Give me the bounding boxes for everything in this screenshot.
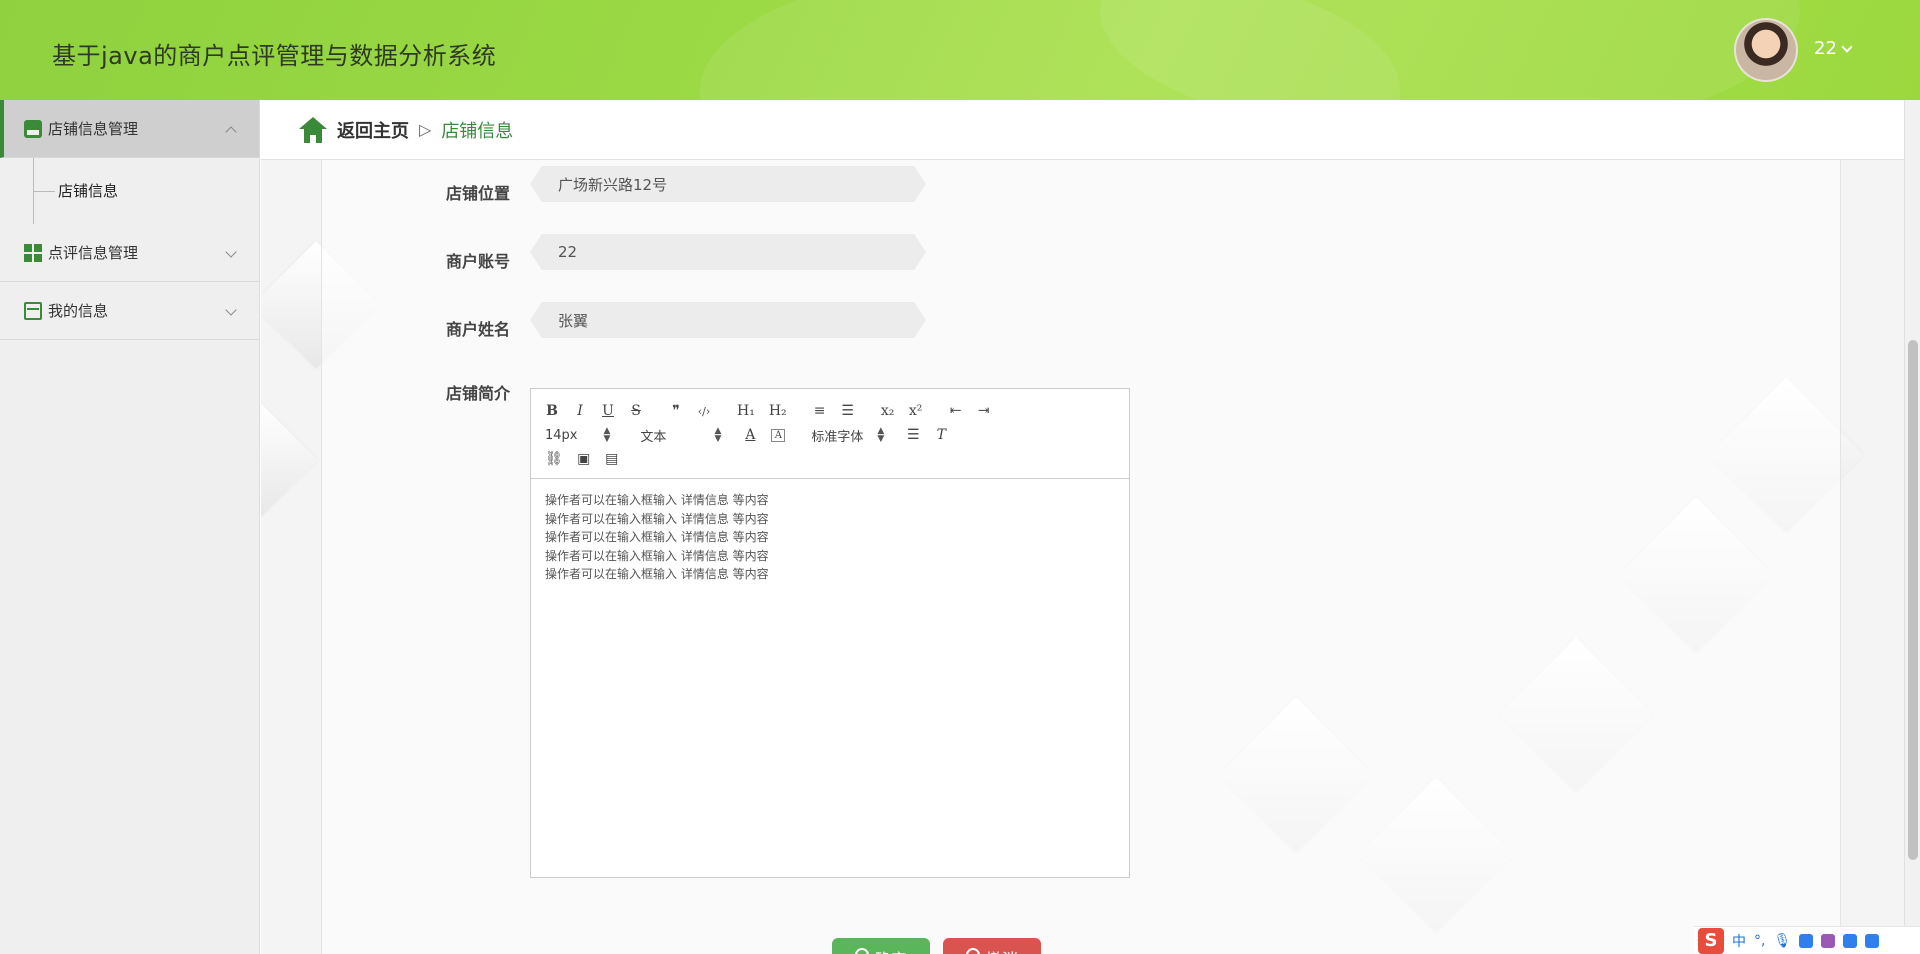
microphone-icon[interactable]: 🎙 <box>1773 933 1791 949</box>
sidebar-item-store-info-management[interactable]: 店铺信息管理 <box>0 100 259 158</box>
location-field[interactable] <box>530 166 926 202</box>
tree-line <box>33 191 55 192</box>
heading2-button[interactable]: H₂ <box>769 403 787 419</box>
font-family-value: 标准字体 <box>811 429 864 445</box>
page-scrollbar[interactable] <box>1904 100 1920 954</box>
sidebar: 店铺信息管理 店铺信息 点评信息管理 我的信息 <box>0 100 260 954</box>
keyboard-icon[interactable] <box>1799 933 1814 948</box>
code-block-button[interactable]: ‹/› <box>697 405 711 418</box>
chevron-down-icon <box>1841 40 1853 53</box>
font-size-select[interactable]: 14px ▲ ▼ <box>545 426 611 444</box>
skin-icon[interactable] <box>1821 933 1836 948</box>
superscript-button[interactable]: x² <box>909 403 923 419</box>
confirm-button[interactable]: 确定 <box>832 938 930 954</box>
bullet-list-button[interactable]: ☰ <box>841 403 855 419</box>
account-label: 商户账号 <box>446 252 511 271</box>
updown-icon: ▲ ▼ <box>603 426 611 444</box>
name-field[interactable] <box>530 302 926 338</box>
font-family-select[interactable]: 标准字体 ▲ ▼ <box>811 426 884 445</box>
subscript-button[interactable]: x₂ <box>881 403 895 419</box>
app-title: 基于java的商户点评管理与数据分析系统 <box>52 42 497 70</box>
font-color-icon[interactable]: A <box>743 427 757 443</box>
form-row-intro: 店铺简介 B I U S ❞ ‹/› H₁ H₂ ≡ ☰ x₂ x² ⇤ ⇥ 1… <box>446 370 1130 878</box>
blockquote-button[interactable]: ❞ <box>669 403 683 419</box>
editor-content[interactable]: 操作者可以在输入框输入 详情信息 等内容 操作者可以在输入框输入 详情信息 等内… <box>531 479 1129 596</box>
close-circle-icon <box>965 948 980 954</box>
location-label: 店铺位置 <box>446 184 511 203</box>
editor-line: 操作者可以在输入框输入 详情信息 等内容 <box>545 548 769 563</box>
chevron-up-icon <box>225 126 237 138</box>
user-menu[interactable]: 22 <box>1814 38 1853 59</box>
form-row-location: 店铺位置 <box>446 166 926 204</box>
home-icon[interactable] <box>299 116 327 143</box>
sidebar-submenu: 店铺信息 <box>0 158 259 224</box>
video-icon[interactable]: ▤ <box>605 451 619 467</box>
scrollbar-thumb[interactable] <box>1908 340 1918 860</box>
image-icon[interactable]: ▣ <box>577 451 591 467</box>
intro-label: 店铺简介 <box>446 384 511 403</box>
user-name: 22 <box>1814 38 1837 59</box>
background-tile <box>261 403 318 517</box>
ordered-list-button[interactable]: ≡ <box>813 403 827 419</box>
confirm-label: 确定 <box>875 946 907 954</box>
cancel-label: 撤消 <box>986 946 1018 954</box>
grid-icon[interactable] <box>1865 933 1880 948</box>
editor-line: 操作者可以在输入框输入 详情信息 等内容 <box>545 530 769 544</box>
underline-button[interactable]: U <box>601 403 615 419</box>
user-avatar[interactable] <box>1734 18 1798 82</box>
ime-mode[interactable]: 中 <box>1732 931 1746 951</box>
form-row-account: 商户账号 <box>446 234 926 272</box>
editor-toolbar: B I U S ❞ ‹/› H₁ H₂ ≡ ☰ x₂ x² ⇤ ⇥ 14px ▲… <box>531 389 1129 479</box>
block-format-value: 文本 <box>640 429 667 445</box>
italic-button[interactable]: I <box>573 403 587 419</box>
breadcrumb-separator: ▷ <box>419 120 432 139</box>
editor-line: 操作者可以在输入框输入 详情信息 等内容 <box>545 493 769 507</box>
sidebar-item-review-management[interactable]: 点评信息管理 <box>0 224 259 282</box>
breadcrumb-home-link[interactable]: 返回主页 <box>337 117 409 143</box>
chevron-down-icon <box>225 246 237 258</box>
top-header: 基于java的商户点评管理与数据分析系统 22 <box>0 0 1920 100</box>
punctuation-icon[interactable]: °, <box>1754 933 1765 949</box>
toolbox-icon[interactable] <box>1843 933 1858 948</box>
cancel-button[interactable]: 撤消 <box>943 938 1041 954</box>
heading1-button[interactable]: H₁ <box>737 403 755 419</box>
form-row-name: 商户姓名 <box>446 302 926 340</box>
link-icon[interactable]: ⛓ <box>545 451 563 467</box>
sidebar-item-label: 我的信息 <box>48 302 109 320</box>
sidebar-item-my-info[interactable]: 我的信息 <box>0 282 259 340</box>
background-color-icon[interactable]: A <box>771 428 786 442</box>
sidebar-item-label: 店铺信息管理 <box>48 120 139 138</box>
block-format-select[interactable]: 文本 ▲ ▼ <box>640 426 721 445</box>
font-size-value: 14px <box>545 427 578 443</box>
card-icon <box>24 301 42 320</box>
sidebar-subitem-store-info[interactable]: 店铺信息 <box>58 180 118 201</box>
breadcrumb: 返回主页 ▷ 店铺信息 <box>261 100 1904 160</box>
sidebar-item-label: 点评信息管理 <box>48 244 139 262</box>
clear-format-icon[interactable]: T <box>934 427 948 443</box>
store-icon <box>24 119 42 138</box>
name-label: 商户姓名 <box>446 320 511 339</box>
editor-line: 操作者可以在输入框输入 详情信息 等内容 <box>545 511 769 526</box>
align-icon[interactable]: ☰ <box>906 427 920 443</box>
outdent-button[interactable]: ⇤ <box>949 403 963 419</box>
updown-icon: ▲ ▼ <box>714 426 722 444</box>
indent-button[interactable]: ⇥ <box>977 403 991 419</box>
grid-icon <box>24 243 42 262</box>
chevron-down-icon <box>225 304 237 316</box>
header-decoration <box>1100 0 1800 100</box>
updown-icon: ▲ ▼ <box>877 426 885 444</box>
ime-logo[interactable]: S <box>1698 927 1724 954</box>
account-field[interactable] <box>530 234 926 270</box>
strike-button[interactable]: S <box>629 403 643 419</box>
rich-text-editor: B I U S ❞ ‹/› H₁ H₂ ≡ ☰ x₂ x² ⇤ ⇥ 14px ▲… <box>530 388 1130 878</box>
breadcrumb-current: 店铺信息 <box>441 120 514 142</box>
check-circle-icon <box>854 948 869 954</box>
editor-line: 操作者可以在输入框输入 详情信息 等内容 <box>545 567 769 581</box>
main-content: 返回主页 ▷ 店铺信息 店铺位置 商户账号 商户姓名 店铺简介 B I U S … <box>261 100 1904 954</box>
ime-toolbar: S 中 °, 🎙 <box>1694 926 1920 954</box>
bold-button[interactable]: B <box>545 403 559 419</box>
